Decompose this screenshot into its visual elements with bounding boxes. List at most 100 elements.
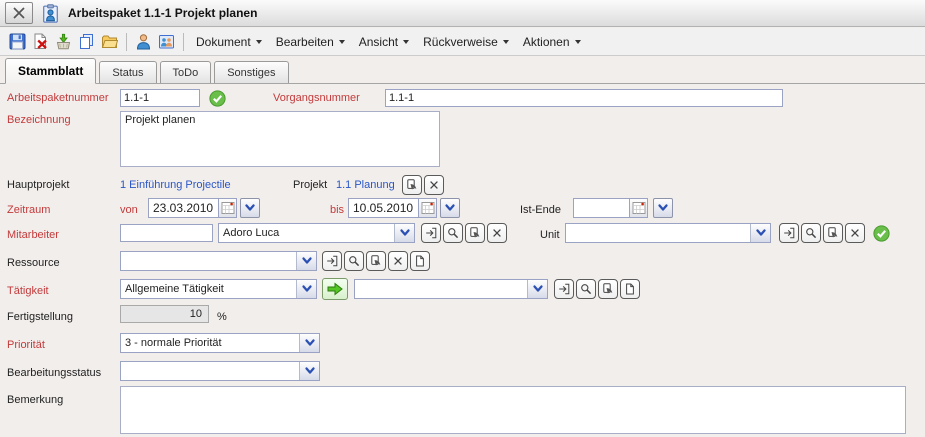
ressource-combo [120, 251, 317, 271]
save-button[interactable] [6, 30, 29, 53]
arbeitspaketnummer-input[interactable] [120, 89, 200, 107]
goto-record-button[interactable] [322, 251, 342, 271]
unit-icon-buttons [779, 223, 890, 243]
bis-dropdown-button[interactable] [440, 198, 460, 218]
goto-icon [783, 227, 795, 239]
search-icon [348, 255, 360, 267]
search-button[interactable] [344, 251, 364, 271]
ist-ende-dropdown-button[interactable] [653, 198, 673, 218]
taetigkeit-sub-combo-input[interactable] [355, 280, 527, 298]
vorgangsnummer-label: Vorgangsnummer [273, 92, 360, 104]
checkout-basket-button[interactable] [52, 30, 75, 53]
mitarbeiter-dropdown-button[interactable] [394, 224, 414, 242]
workpackage-icon [42, 4, 59, 23]
mitarbeiter-combo-input[interactable] [219, 224, 394, 242]
close-button[interactable] [5, 2, 33, 24]
paste-reference-button[interactable] [465, 223, 485, 243]
tab-stammblatt[interactable]: Stammblatt [5, 58, 96, 84]
bearbeitungsstatus-label: Bearbeitungsstatus [7, 367, 101, 379]
new-record-button[interactable] [620, 279, 640, 299]
ressource-combo-input[interactable] [121, 252, 296, 270]
von-label: von [120, 204, 138, 216]
bis-date-input[interactable] [348, 198, 418, 218]
chevron-down-icon [399, 227, 411, 239]
tab-status[interactable]: Status [99, 61, 156, 83]
goto-icon [425, 227, 437, 239]
von-date-input[interactable] [148, 198, 218, 218]
bearbeitungsstatus-dropdown-button[interactable] [299, 362, 319, 380]
von-datefield [148, 198, 237, 218]
ist-ende-calendar-button[interactable] [629, 198, 648, 218]
bis-datefield [348, 198, 437, 218]
paste-reference-button[interactable] [366, 251, 386, 271]
taetigkeit-dropdown-button[interactable] [296, 280, 316, 298]
mitarbeiter-code-input[interactable] [120, 224, 213, 242]
ist-ende-date-input[interactable] [573, 198, 629, 218]
delete-document-button[interactable] [29, 30, 52, 53]
fertigstellung-input [120, 305, 209, 323]
clear-reference-button[interactable] [424, 175, 444, 195]
menu-bearbeiten[interactable]: Bearbeiten [269, 32, 352, 52]
folder-button[interactable] [98, 30, 121, 53]
unit-combo-input[interactable] [566, 224, 750, 242]
hauptprojekt-link[interactable]: 1 Einführung Projectile [120, 179, 231, 191]
menu-aktionen[interactable]: Aktionen [516, 32, 588, 52]
unit-dropdown-button[interactable] [750, 224, 770, 242]
ressource-icon-buttons [322, 251, 430, 271]
search-button[interactable] [576, 279, 596, 299]
confirm-button[interactable] [873, 225, 890, 242]
team-icon [158, 33, 175, 50]
bemerkung-textarea[interactable] [120, 386, 906, 434]
bis-calendar-button[interactable] [418, 198, 437, 218]
bezeichnung-textarea[interactable]: Projekt planen [120, 111, 440, 167]
prioritaet-dropdown-button[interactable] [299, 334, 319, 352]
menu-label: Aktionen [523, 35, 570, 49]
goto-record-button[interactable] [554, 279, 574, 299]
search-button[interactable] [801, 223, 821, 243]
new-document-icon [624, 283, 636, 295]
bemerkung-label: Bemerkung [7, 394, 63, 406]
paste-reference-button[interactable] [402, 175, 422, 195]
von-dropdown-button[interactable] [240, 198, 260, 218]
employee-icon [135, 33, 152, 50]
team-button[interactable] [155, 30, 178, 53]
goto-record-button[interactable] [421, 223, 441, 243]
clear-reference-button[interactable] [388, 251, 408, 271]
copy-button[interactable] [75, 30, 98, 53]
new-document-icon [414, 255, 426, 267]
new-record-button[interactable] [410, 251, 430, 271]
chevron-down-icon [256, 40, 262, 44]
tab-bar: Stammblatt Status ToDo Sonstiges [0, 57, 925, 84]
paste-icon [469, 227, 481, 239]
bezeichnung-label: Bezeichnung [7, 114, 71, 126]
copy-icon [78, 33, 95, 50]
projekt-link[interactable]: 1.1 Planung [336, 179, 395, 191]
taetigkeit-sub-dropdown-button[interactable] [527, 280, 547, 298]
paste-reference-button[interactable] [598, 279, 618, 299]
ressource-dropdown-button[interactable] [296, 252, 316, 270]
menu-ansicht[interactable]: Ansicht [352, 32, 416, 52]
search-button[interactable] [443, 223, 463, 243]
tab-todo[interactable]: ToDo [160, 61, 212, 83]
toolbar: Dokument Bearbeiten Ansicht Rückverweise… [0, 28, 925, 56]
checkout-basket-icon [55, 33, 72, 50]
taetigkeit-combo-input[interactable] [121, 280, 296, 298]
menu-label: Dokument [196, 35, 251, 49]
menu-dokument[interactable]: Dokument [189, 32, 269, 52]
percent-suffix: % [217, 311, 227, 323]
toolbar-separator [183, 33, 184, 51]
von-calendar-button[interactable] [218, 198, 237, 218]
prioritaet-combo-input[interactable] [121, 334, 299, 352]
vorgangsnummer-input[interactable] [385, 89, 783, 107]
clear-reference-button[interactable] [845, 223, 865, 243]
menu-rueckverweise[interactable]: Rückverweise [416, 32, 516, 52]
paste-reference-button[interactable] [823, 223, 843, 243]
save-icon [9, 33, 26, 50]
clear-reference-button[interactable] [487, 223, 507, 243]
employee-button[interactable] [132, 30, 155, 53]
goto-record-button[interactable] [779, 223, 799, 243]
transfer-button[interactable] [322, 278, 348, 300]
arbeitspaketnummer-label: Arbeitspaketnummer [7, 92, 109, 104]
bearbeitungsstatus-combo-input[interactable] [121, 362, 299, 380]
tab-sonstiges[interactable]: Sonstiges [214, 61, 288, 83]
